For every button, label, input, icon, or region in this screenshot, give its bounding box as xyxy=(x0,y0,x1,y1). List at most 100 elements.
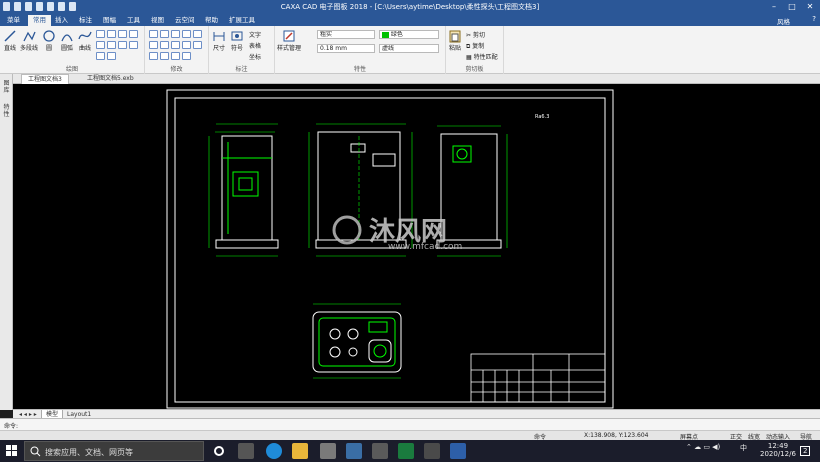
caxa-app-icon[interactable] xyxy=(450,443,466,459)
scale-icon[interactable] xyxy=(193,30,202,38)
title-block xyxy=(470,353,606,403)
dimension-button[interactable]: 尺寸 xyxy=(212,29,226,52)
app-icon-5[interactable] xyxy=(424,443,440,459)
ime-indicator[interactable]: 中 xyxy=(740,443,747,453)
search-icon xyxy=(30,446,41,457)
search-placeholder: 搜索应用、文档、网页等 xyxy=(45,448,133,457)
tab-extend-tools[interactable]: 扩展工具 xyxy=(224,15,260,26)
symbol-button[interactable]: 符号 xyxy=(230,29,244,52)
rectangle-icon[interactable] xyxy=(96,30,105,38)
title-bar: CAXA CAD 电子图板 2018 - [C:\Users\aytime\De… xyxy=(0,0,820,14)
style-manage-icon xyxy=(283,30,295,42)
edge-browser-icon[interactable] xyxy=(266,443,282,459)
curve-button[interactable]: 曲线 xyxy=(78,29,92,52)
task-view-icon[interactable] xyxy=(238,443,254,459)
delete-icon[interactable] xyxy=(171,52,180,60)
trim-icon[interactable] xyxy=(149,41,158,49)
group-annotate: 尺寸 符号 文字 表格 坐标 标注 xyxy=(209,26,275,74)
group-draw: 直线 多段线 圆 圆弧 曲线 绘图 xyxy=(0,26,145,74)
rotate-icon[interactable] xyxy=(182,30,191,38)
tab-cloud[interactable]: 云空间 xyxy=(170,15,200,26)
side-tab-library[interactable]: 图库 xyxy=(2,80,11,94)
stretch-icon[interactable] xyxy=(149,52,158,60)
color-dropdown[interactable]: 绿色 xyxy=(379,30,439,39)
layer-dropdown[interactable]: 粗实 xyxy=(317,30,375,39)
polyline-button[interactable]: 多段线 xyxy=(20,29,38,52)
cut-button[interactable]: ✂ 剪切 xyxy=(466,30,485,39)
doc-tab-inactive[interactable]: 工程图文档5.exb xyxy=(81,74,140,84)
style-selector[interactable]: 风格 xyxy=(777,16,790,26)
color-swatch xyxy=(382,31,389,38)
tab-tools[interactable]: 工具 xyxy=(122,15,145,26)
watermark: 沐风网 www.mfcad.com xyxy=(332,215,462,252)
taskbar: 搜索应用、文档、网页等 ⌃ ☁ ▭ ◀) 中 12:49 2020/12/6 2 xyxy=(0,440,820,462)
tab-sheet[interactable]: 图幅 xyxy=(98,15,121,26)
coordinate-button[interactable]: 坐标 xyxy=(249,52,261,61)
layout-tab-bar: ◂ ◂ ▸ ▸ 模型 Layout1 xyxy=(13,409,820,419)
cloud-line-icon[interactable] xyxy=(107,52,116,60)
paste-icon xyxy=(449,30,461,43)
command-prompt: 命令: xyxy=(4,423,19,430)
close-button[interactable]: ✕ xyxy=(802,1,818,12)
arc-button[interactable]: 圆弧 xyxy=(60,29,74,52)
cortana-icon[interactable] xyxy=(214,446,224,456)
system-tray-icons[interactable]: ⌃ ☁ ▭ ◀) xyxy=(686,443,720,451)
clock[interactable]: 12:49 2020/12/6 xyxy=(760,442,796,458)
table-button[interactable]: 表格 xyxy=(249,41,261,50)
doc-tab-active[interactable]: 工程图文档3 xyxy=(21,74,69,84)
explode-icon[interactable] xyxy=(160,52,169,60)
extend-icon[interactable] xyxy=(160,41,169,49)
tab-insert[interactable]: 插入 xyxy=(50,15,73,26)
break-icon[interactable] xyxy=(193,41,202,49)
drawing-canvas[interactable]: Ra6.3 沐风网 www.mfcad.com xyxy=(13,84,820,409)
group-label-draw: 绘图 xyxy=(65,66,78,73)
chamfer-icon[interactable] xyxy=(182,41,191,49)
maximize-button[interactable]: □ xyxy=(784,1,800,12)
offset-icon[interactable] xyxy=(129,41,138,49)
front-view xyxy=(215,135,279,249)
fill-icon[interactable] xyxy=(96,52,105,60)
move-icon[interactable] xyxy=(149,30,158,38)
linetype-dropdown[interactable]: 虚线 xyxy=(379,44,439,53)
centerline-icon[interactable] xyxy=(107,41,116,49)
point-icon[interactable] xyxy=(96,41,105,49)
file-explorer-icon[interactable] xyxy=(292,443,308,459)
linewidth-dropdown[interactable]: 0.18 mm xyxy=(317,44,375,53)
copy-array-icon[interactable] xyxy=(160,30,169,38)
side-tab-properties[interactable]: 特性 xyxy=(2,104,11,118)
app-icon-3[interactable] xyxy=(372,443,388,459)
app-icon-2[interactable] xyxy=(346,443,362,459)
minimize-button[interactable]: – xyxy=(766,1,782,12)
line-button[interactable]: 直线 xyxy=(3,29,17,52)
tab-dimension[interactable]: 标注 xyxy=(74,15,97,26)
command-line[interactable]: 命令: xyxy=(0,418,820,430)
match-properties-button[interactable]: ▦ 特性匹配 xyxy=(466,52,498,61)
windows-start-icon[interactable] xyxy=(6,445,18,457)
hatch-icon[interactable] xyxy=(129,30,138,38)
notification-badge[interactable]: 2 xyxy=(800,446,811,456)
circle-button[interactable]: 圆 xyxy=(42,29,56,52)
help-icon[interactable]: ? xyxy=(812,15,816,23)
tab-menu[interactable]: 菜单 xyxy=(2,15,25,26)
tab-home[interactable]: 常用 xyxy=(28,15,51,26)
clock-time: 12:49 xyxy=(767,442,789,450)
group-label-clipboard: 剪切板 xyxy=(465,66,484,73)
mirror-icon[interactable] xyxy=(171,30,180,38)
symbol-icon xyxy=(231,31,243,41)
fillet-icon[interactable] xyxy=(171,41,180,49)
parallel-icon[interactable] xyxy=(118,41,127,49)
spline-icon xyxy=(78,31,92,40)
polygon-icon[interactable] xyxy=(118,30,127,38)
ellipse-icon[interactable] xyxy=(107,30,116,38)
app-icon-1[interactable] xyxy=(320,443,336,459)
tab-help[interactable]: 帮助 xyxy=(200,15,223,26)
copy-button[interactable]: ⧉ 复制 xyxy=(466,41,484,51)
app-icon-4[interactable] xyxy=(398,443,414,459)
group-modify: 修改 xyxy=(145,26,209,74)
array-icon[interactable] xyxy=(182,52,191,60)
paste-button[interactable]: 粘贴 xyxy=(448,29,462,52)
text-button[interactable]: 文字 xyxy=(249,30,261,39)
taskbar-search-box[interactable]: 搜索应用、文档、网页等 xyxy=(24,441,204,461)
tab-view[interactable]: 视图 xyxy=(146,15,169,26)
style-manage-button[interactable]: 样式管理 xyxy=(277,29,301,52)
